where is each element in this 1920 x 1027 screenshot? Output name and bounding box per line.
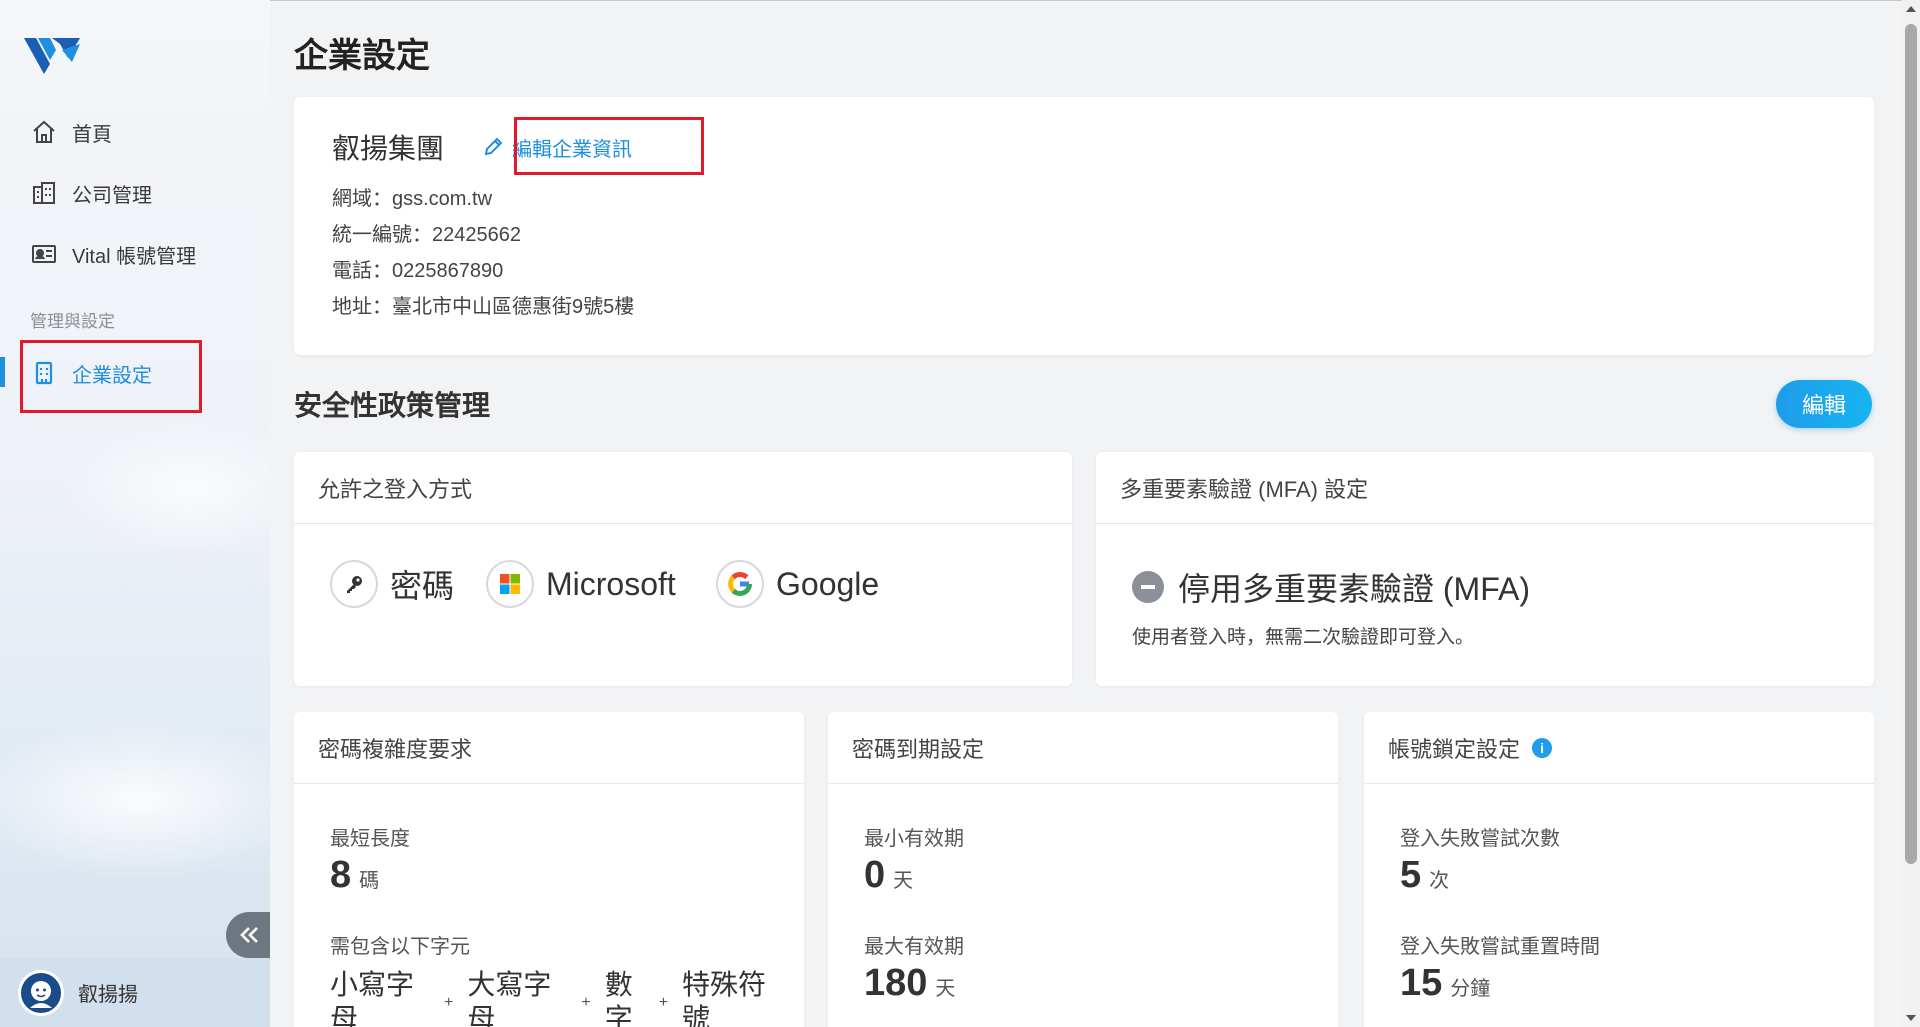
required-char-item: 數字 (604, 969, 633, 1027)
company-domain: 網域：gss.com.tw (332, 188, 493, 210)
login-method-label: 密碼 (390, 568, 455, 604)
scrollbar-thumb[interactable] (1905, 24, 1917, 864)
app-logo[interactable] (22, 32, 82, 76)
id-card-icon (32, 245, 56, 263)
required-char-item: 特殊符號 (682, 969, 767, 1027)
failed-attempts-value: 5 次 (1400, 854, 1449, 897)
mfa-status-label: 停用多重要素驗證 (MFA) (1178, 571, 1530, 607)
active-indicator (0, 357, 5, 387)
mfa-description: 使用者登入時，無需二次驗證即可登入。 (1132, 627, 1475, 648)
sidebar-item-label: 首頁 (72, 123, 112, 146)
pencil-icon (484, 137, 503, 156)
mfa-settings-card: 多重要素驗證 (MFA) 設定 停用多重要素驗證 (MFA) 使用者登入時，無需… (1096, 452, 1874, 686)
max-validity-number: 180 (864, 962, 928, 1004)
min-length-label: 最短長度 (330, 828, 410, 850)
scroll-up-icon[interactable] (1906, 6, 1916, 12)
sidebar-item-company-management[interactable]: 公司管理 (30, 173, 250, 213)
account-lock-card: 帳號鎖定設定 i 登入失敗嘗試次數 5 次 登入失敗嘗試重置時間 15 分鐘 (1364, 712, 1874, 1027)
edit-company-info-label: 編輯企業資訊 (512, 138, 632, 161)
min-length-value: 8 碼 (330, 854, 379, 897)
double-chevron-left-icon (240, 927, 258, 943)
max-validity-value: 180 天 (864, 962, 955, 1005)
user-profile[interactable]: 叡揚揚 (0, 958, 270, 1027)
login-method-password: 密碼 (330, 560, 454, 608)
main-content: 企業設定 叡揚集團 編輯企業資訊 網域：gss.com.tw 統一編號：2242… (270, 0, 1920, 1027)
company-address: 地址：臺北市中山區德惠街9號5樓 (332, 296, 635, 318)
login-methods-title: 允許之登入方式 (294, 452, 1072, 524)
key-icon (330, 560, 378, 608)
password-complexity-title: 密碼複雜度要求 (294, 712, 804, 784)
sidebar-background-cloud (60, 420, 270, 560)
google-icon (716, 560, 764, 608)
microsoft-icon (486, 560, 534, 608)
mfa-settings-title: 多重要素驗證 (MFA) 設定 (1096, 452, 1874, 524)
home-icon (33, 120, 55, 143)
office-icon (35, 361, 53, 385)
sidebar-item-enterprise-settings[interactable]: 企業設定 (30, 353, 250, 393)
company-info-card: 叡揚集團 編輯企業資訊 網域：gss.com.tw 統一編號：22425662 … (294, 97, 1874, 355)
scroll-down-icon[interactable] (1906, 1015, 1916, 1021)
sidebar-item-label: Vital 帳號管理 (72, 245, 197, 268)
user-avatar-icon (30, 980, 52, 1008)
building-icon (33, 182, 55, 204)
min-validity-label: 最小有效期 (864, 828, 964, 850)
reset-time-value: 15 分鐘 (1400, 962, 1490, 1005)
avatar (18, 969, 64, 1016)
company-phone: 電話：0225867890 (332, 260, 504, 282)
login-methods-card: 允許之登入方式 密碼 Microsoft Google (294, 452, 1072, 686)
max-validity-label: 最大有效期 (864, 936, 964, 958)
min-length-number: 8 (330, 854, 352, 896)
required-chars-label: 需包含以下字元 (330, 936, 470, 958)
login-method-microsoft: Microsoft (486, 560, 676, 608)
edit-company-info-link[interactable]: 編輯企業資訊 (482, 127, 632, 167)
edit-security-button[interactable]: 編輯 (1776, 380, 1872, 428)
sidebar-item-label: 公司管理 (72, 184, 152, 207)
failed-attempts-unit: 次 (1429, 870, 1450, 892)
top-divider (270, 0, 1920, 1)
failed-attempts-number: 5 (1400, 854, 1422, 896)
plus-icon: + (658, 994, 669, 1011)
sidebar-item-label: 企業設定 (72, 364, 152, 387)
sidebar-background-cloud (0, 720, 270, 880)
disabled-icon (1132, 571, 1164, 603)
mfa-status: 停用多重要素驗證 (MFA) (1132, 564, 1530, 610)
max-validity-unit: 天 (935, 978, 956, 1000)
min-validity-unit: 天 (893, 870, 914, 892)
reset-time-unit: 分鐘 (1450, 978, 1491, 1000)
sidebar-section-label: 管理與設定 (30, 312, 115, 331)
plus-icon: + (581, 994, 591, 1011)
company-name: 叡揚集團 (332, 133, 445, 164)
failed-attempts-label: 登入失敗嘗試次數 (1400, 828, 1560, 850)
collapse-sidebar-button[interactable] (226, 912, 270, 958)
user-name: 叡揚揚 (78, 984, 138, 1006)
sidebar-item-vital-accounts[interactable]: Vital 帳號管理 (30, 234, 250, 274)
required-chars-list: 小寫字母 + 大寫字母 + 數字 + 特殊符號 (330, 968, 782, 1027)
security-policy-title: 安全性政策管理 (294, 390, 491, 421)
required-char-item: 大寫字母 (467, 969, 552, 1027)
page-title: 企業設定 (294, 37, 430, 75)
reset-time-number: 15 (1400, 962, 1443, 1004)
sidebar: 首頁 公司管理 Vital 帳號管理 管理與設定 企業設定 叡揚揚 (0, 0, 270, 1027)
min-validity-number: 0 (864, 854, 886, 896)
password-expiry-title: 密碼到期設定 (828, 712, 1338, 784)
vertical-scrollbar[interactable] (1902, 0, 1920, 1027)
required-char-item: 小寫字母 (330, 969, 415, 1027)
sidebar-item-home[interactable]: 首頁 (30, 112, 250, 152)
min-validity-value: 0 天 (864, 854, 913, 897)
info-icon[interactable]: i (1532, 737, 1553, 758)
account-lock-header: 帳號鎖定設定 i (1364, 712, 1874, 784)
company-tax-id: 統一編號：22425662 (332, 224, 521, 246)
min-length-unit: 碼 (359, 870, 380, 892)
password-complexity-card: 密碼複雜度要求 最短長度 8 碼 需包含以下字元 小寫字母 + 大寫字母 + 數… (294, 712, 804, 1027)
account-lock-title: 帳號鎖定設定 (1388, 736, 1521, 762)
plus-icon: + (444, 994, 454, 1011)
password-expiry-card: 密碼到期設定 最小有效期 0 天 最大有效期 180 天 (828, 712, 1338, 1027)
login-method-label: Google (776, 565, 880, 602)
login-method-label: Microsoft (546, 565, 676, 602)
reset-time-label: 登入失敗嘗試重置時間 (1400, 936, 1600, 958)
login-method-google: Google (716, 560, 879, 608)
